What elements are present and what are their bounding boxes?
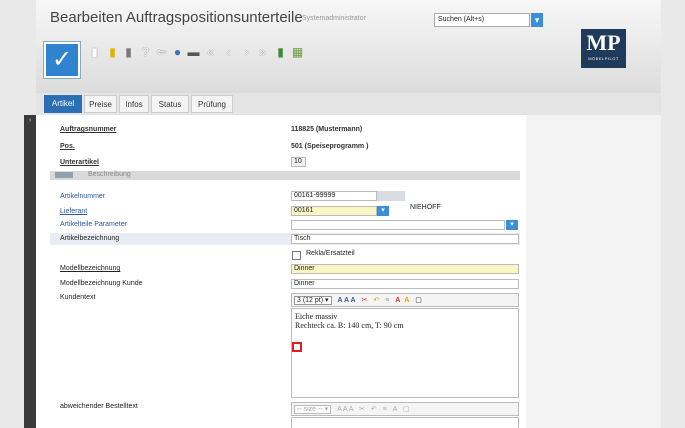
- page-title: Bearbeiten Auftragspositionsunterteile: [50, 9, 303, 26]
- size-select[interactable]: -- size -- ▾: [294, 405, 332, 414]
- text-style-icon-2[interactable]: A A A: [337, 406, 353, 413]
- back-icon[interactable]: ⇐: [155, 45, 168, 59]
- modellbezeichnung-field[interactable]: Dinner: [291, 264, 519, 274]
- image-icon[interactable]: ▦: [291, 45, 304, 59]
- auftragsnummer-label[interactable]: Auftragsnummer: [60, 126, 116, 133]
- bestelltext-editor[interactable]: [291, 417, 519, 428]
- user-name: Systemadministrator: [302, 15, 366, 22]
- tab-pruefung[interactable]: Prüfung: [191, 95, 233, 113]
- tab-preise[interactable]: Preise: [84, 95, 117, 113]
- kundentext-line-2: Rechteck ca. B: 140 cm, T: 90 cm: [295, 321, 404, 330]
- text-color-icon[interactable]: A: [395, 297, 400, 304]
- unterartikel-field: 10: [291, 157, 306, 167]
- artikelteile-label: Artikelteile Parameter: [60, 221, 127, 228]
- search-input[interactable]: Suchen (Alt+s): [434, 13, 530, 27]
- bestelltext-toolbar: -- size -- ▾ A A A ✂ ↶ ≡ A ▢: [291, 402, 519, 416]
- text-color-icon-2[interactable]: A: [393, 406, 397, 413]
- modellbezeichnung-label: Modellbezeichnung: [60, 265, 121, 272]
- artikelbezeichnung-label: Artikelbezeichnung: [60, 235, 120, 242]
- pos-value: 501 (Speiseprogramm ): [291, 143, 369, 150]
- artikelnummer-label: Artikelnummer: [60, 193, 106, 200]
- pos-label: Pos.: [60, 143, 75, 150]
- logo: MP MÖBELPILOT: [581, 29, 626, 68]
- sidebar-toggle[interactable]: ›: [24, 115, 36, 428]
- kundentext-editor[interactable]: Eiche massiv Rechteck ca. B: 140 cm, T: …: [291, 308, 519, 398]
- artikelteile-field[interactable]: [291, 220, 505, 230]
- highlight-color-icon[interactable]: A: [404, 297, 409, 304]
- first-icon[interactable]: «: [204, 45, 217, 59]
- right-panel: [526, 115, 661, 428]
- align-icon-2[interactable]: ≡: [383, 406, 387, 413]
- table-icon[interactable]: ▢: [415, 297, 422, 304]
- section-label: Beschreibung: [88, 171, 131, 178]
- export-icon[interactable]: ▮: [274, 45, 287, 59]
- print-icon[interactable]: ▬: [187, 45, 200, 59]
- table-icon-2[interactable]: ▢: [403, 406, 410, 413]
- kundentext-label: Kundentext: [60, 294, 96, 301]
- undo-icon-2[interactable]: ↶: [371, 406, 377, 413]
- artikelnummer-field[interactable]: 00161-99999: [291, 191, 377, 201]
- lieferant-field[interactable]: 00161: [291, 206, 377, 216]
- delete-icon[interactable]: ▮: [122, 45, 135, 59]
- size-placeholder: -- size --: [297, 406, 323, 413]
- lieferant-label[interactable]: Lieferant: [60, 208, 87, 215]
- next-icon[interactable]: ›: [240, 45, 253, 59]
- chevron-right-icon: ›: [28, 117, 32, 124]
- tab-status[interactable]: Status: [151, 95, 189, 113]
- lieferant-dropdown-icon[interactable]: ▾: [377, 206, 389, 216]
- search-icon[interactable]: ●: [171, 45, 184, 59]
- tab-infos[interactable]: Infos: [119, 95, 149, 113]
- kundentext-toolbar: 3 (12 pt) ▾ A A A ✂ ↶ ≡ A A ▢: [291, 293, 519, 307]
- artikelbezeichnung-field[interactable]: Tisch: [291, 234, 519, 244]
- new-icon[interactable]: ▮: [88, 45, 101, 59]
- text-style-icon[interactable]: A A A: [338, 297, 356, 304]
- rekla-checkbox[interactable]: [292, 251, 301, 260]
- artikelteile-dropdown-icon[interactable]: ▾: [506, 220, 518, 230]
- save-icon[interactable]: ▮: [106, 45, 119, 59]
- kundentext-line-1: Eiche massiv: [295, 312, 338, 321]
- last-icon[interactable]: »: [256, 45, 269, 59]
- logo-text: MP: [586, 30, 621, 55]
- prev-icon[interactable]: ‹: [222, 45, 235, 59]
- modellbezeichnung-kunde-field[interactable]: Dinner: [291, 279, 519, 289]
- font-size-value: 3 (12 pt): [297, 297, 324, 304]
- lieferant-name: NIEHOFF: [410, 204, 441, 211]
- undo-icon[interactable]: ↶: [373, 297, 379, 304]
- cut-icon-2[interactable]: ✂: [359, 406, 365, 413]
- rekla-label: Rekla/Ersatzteil: [306, 250, 355, 257]
- modellbezeichnung-kunde-label: Modellbezeichnung Kunde: [60, 280, 143, 287]
- search-dropdown-icon[interactable]: ▾: [531, 13, 543, 27]
- cursor-marker: [292, 342, 302, 352]
- align-icon[interactable]: ≡: [385, 297, 389, 304]
- artikel-lookup-icon[interactable]: [377, 191, 405, 201]
- collapse-icon[interactable]: [55, 172, 73, 178]
- font-size-select[interactable]: 3 (12 pt) ▾: [294, 296, 332, 305]
- unterartikel-label: Unterartikel: [60, 159, 99, 166]
- cut-icon[interactable]: ✂: [361, 297, 367, 304]
- confirm-button[interactable]: ✓: [44, 42, 80, 78]
- tab-artikel[interactable]: Artikel: [44, 95, 82, 113]
- bestelltext-label: abweichender Bestelltext: [60, 403, 138, 410]
- help-icon[interactable]: ?: [139, 45, 152, 59]
- auftragsnummer-value: 118825 (Mustermann): [291, 126, 363, 133]
